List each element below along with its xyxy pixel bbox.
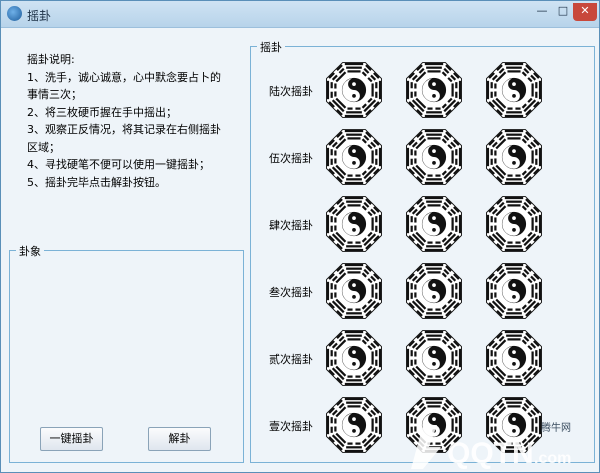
yaogua-label: 摇卦 — [257, 39, 285, 55]
app-icon — [7, 6, 22, 21]
bagua-coin-icon[interactable] — [483, 193, 545, 255]
yaogua-row-label: 贰次摇卦 — [269, 353, 313, 366]
watermark-brand: QQTN — [447, 437, 534, 470]
bagua-coin-icon[interactable] — [403, 327, 465, 389]
bagua-coin-icon[interactable] — [323, 394, 385, 456]
maximize-button[interactable]: □ — [553, 3, 573, 21]
one-key-yaogua-button[interactable]: 一键摇卦 — [40, 427, 103, 451]
bagua-coin-icon[interactable] — [403, 193, 465, 255]
bagua-coin-icon[interactable] — [323, 193, 385, 255]
instruction-line: 4、寻找硬笔不便可以使用一键摇卦； — [27, 158, 210, 171]
instruction-line: 3、观察正反情况，将其记录在右侧摇卦 — [27, 123, 221, 136]
watermark-cn: 腾牛网 — [541, 421, 571, 434]
bagua-coin-icon[interactable] — [323, 260, 385, 322]
instruction-line: 1、洗手，诚心诚意，心中默念要占卜的 — [27, 70, 221, 84]
watermark-suffix: .com — [534, 450, 571, 467]
guaxiang-label: 卦象 — [16, 243, 44, 259]
yaogua-row-label: 壹次摇卦 — [269, 420, 313, 433]
yaogua-row-label: 伍次摇卦 — [269, 152, 313, 165]
bagua-coin-icon[interactable] — [323, 327, 385, 389]
bagua-coin-icon[interactable] — [483, 126, 545, 188]
bagua-coin-icon[interactable] — [483, 327, 545, 389]
bagua-coin-icon[interactable] — [403, 59, 465, 121]
qqtn-watermark: QQTN .com 腾牛网 — [411, 421, 571, 470]
bagua-coin-icon[interactable] — [323, 59, 385, 121]
yaogua-row-label: 肆次摇卦 — [269, 219, 313, 232]
instruction-line: 事情三次； — [27, 88, 82, 101]
yaogua-row-label: 叁次摇卦 — [269, 286, 313, 299]
app-window: 摇卦 — □ ✕ 摇卦说明: 1、洗手，诚心诚意，心中默念要占卜的 事情三次； … — [0, 0, 600, 473]
interpret-button[interactable]: 解卦 — [148, 427, 211, 451]
bagua-coin-icon[interactable] — [483, 59, 545, 121]
minimize-button[interactable]: — — [531, 3, 553, 21]
instruction-line: 5、摇卦完毕点击解卦按钮。 — [27, 175, 166, 189]
bagua-coin-icon[interactable] — [323, 126, 385, 188]
title-bar: 摇卦 — □ ✕ — [1, 1, 599, 28]
instructions-heading: 摇卦说明: — [27, 53, 75, 66]
instruction-line: 区域； — [27, 140, 60, 154]
bagua-coin-icon[interactable] — [403, 260, 465, 322]
instruction-line: 2、将三枚硬币握在手中摇出； — [27, 105, 177, 119]
yaogua-row-label: 陆次摇卦 — [269, 85, 313, 98]
bagua-coin-icon[interactable] — [483, 260, 545, 322]
window-title: 摇卦 — [27, 9, 52, 23]
instructions-panel: 摇卦说明: 1、洗手，诚心诚意，心中默念要占卜的 事情三次； 2、将三枚硬币握在… — [27, 51, 249, 191]
bagua-coin-icon[interactable] — [403, 126, 465, 188]
close-button[interactable]: ✕ — [573, 3, 597, 21]
